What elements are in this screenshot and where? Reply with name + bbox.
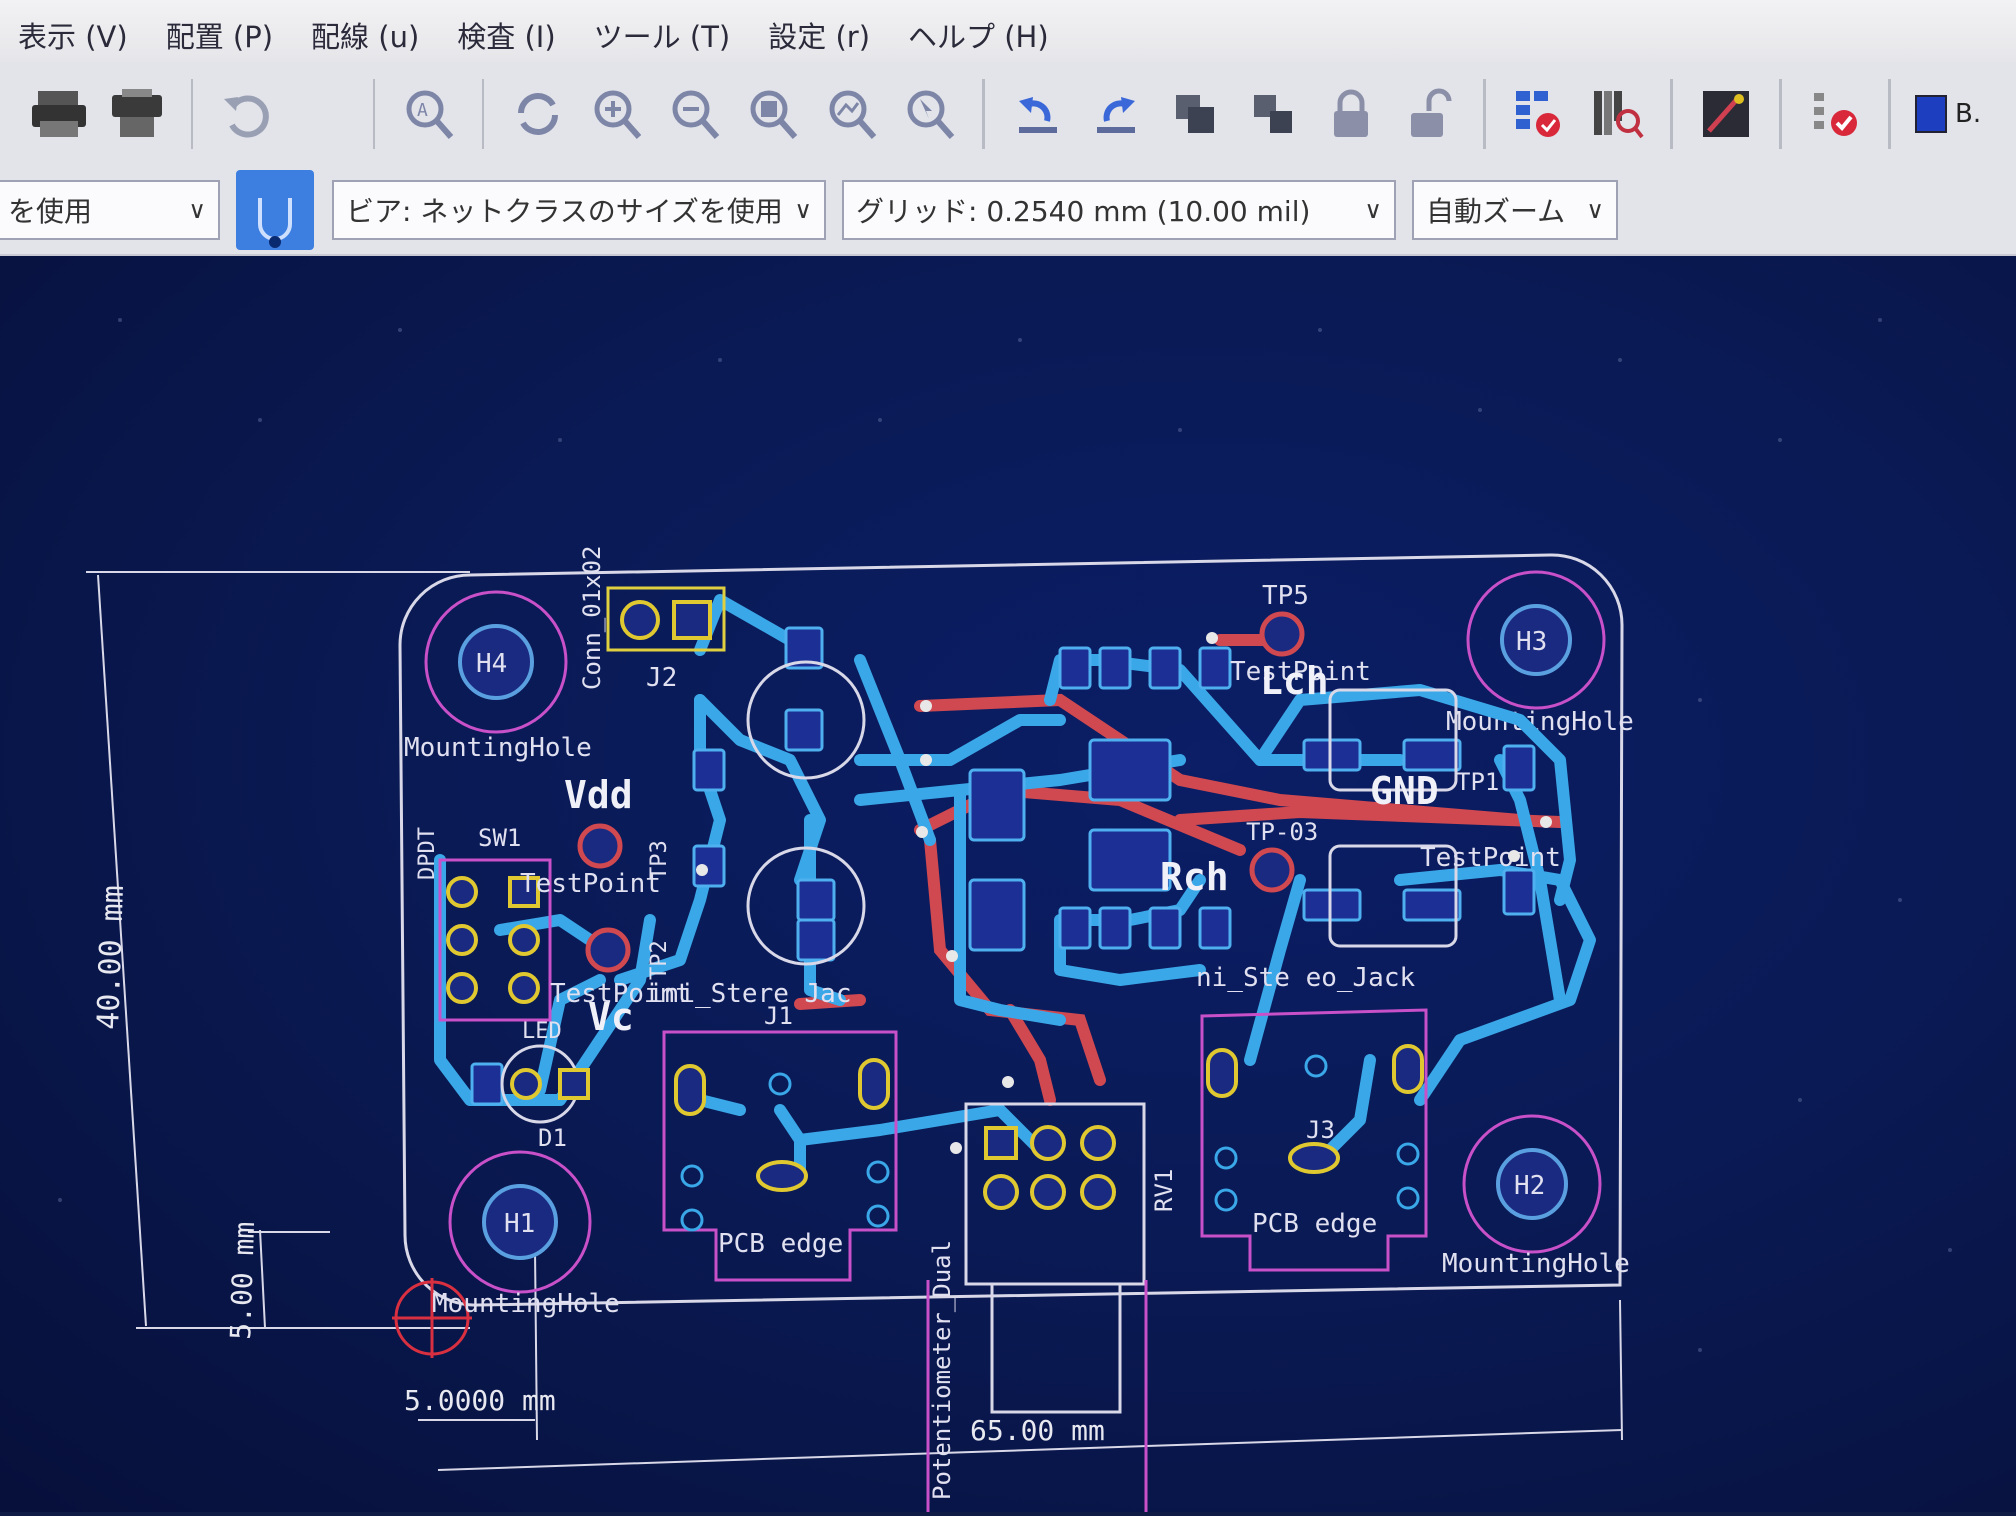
zoom-value: 自動ズーム — [1426, 195, 1566, 228]
d1-value: LED — [522, 1019, 562, 1044]
menu-tools[interactable]: ツール (T) — [576, 14, 751, 62]
menu-preferences[interactable]: 設定 (r) — [750, 14, 890, 62]
rv1-ref: RV1 — [1150, 1169, 1178, 1212]
refresh-icon[interactable] — [508, 78, 566, 150]
j3-value: ni_Ste eo_Jack — [1196, 963, 1415, 993]
scripting-icon[interactable] — [1697, 78, 1755, 150]
j1-edge-label: PCB edge — [718, 1229, 843, 1259]
toolbar-separator — [1670, 79, 1673, 149]
dim-width-label: 65.00 mm — [970, 1414, 1105, 1447]
drc-icon[interactable] — [1806, 78, 1864, 150]
lch-label: Lch — [1260, 659, 1329, 703]
layer-swatch-icon — [1915, 95, 1948, 133]
j3-ref: J3 — [1306, 1116, 1335, 1144]
svg-text:A: A — [417, 100, 428, 121]
testpoint-label-4: TestPoint — [1420, 843, 1561, 873]
toolbar-separator — [1888, 79, 1892, 149]
dimensions — [86, 571, 1623, 1471]
vdd-label: Vdd — [564, 773, 633, 817]
layer-label: B. — [1955, 99, 1982, 129]
rotate-cw-icon[interactable] — [1087, 78, 1145, 150]
menu-route[interactable]: 配線 (u) — [293, 14, 439, 62]
j1-value: ini_Stere Jac — [648, 979, 852, 1009]
d1-ref: D1 — [538, 1124, 567, 1152]
track-width-select[interactable]: を使用 ∨ — [0, 180, 220, 240]
toolbar-separator — [1482, 79, 1486, 149]
zoom-redraw-icon[interactable]: A — [399, 78, 457, 150]
tp1-ref: TP1 — [1456, 768, 1499, 796]
track-width-value: を使用 — [8, 195, 93, 228]
h2-ref: H2 — [1514, 1171, 1545, 1201]
pcb-drawing: 40.00 mm 5.00 mm 5.0000 mm 65.00 mm H4 M… — [58, 318, 1952, 1512]
zoom-fit-icon[interactable] — [743, 78, 801, 150]
plot-icon[interactable] — [108, 78, 166, 150]
via-icon — [258, 198, 292, 248]
chevron-down-icon: ∨ — [1364, 196, 1382, 224]
netlist-icon[interactable] — [1510, 78, 1568, 150]
tp5-ref: TP5 — [1262, 581, 1309, 611]
chevron-down-icon: ∨ — [1586, 196, 1604, 224]
pcb-canvas[interactable]: 40.00 mm 5.00 mm 5.0000 mm 65.00 mm H4 M… — [0, 256, 2016, 1512]
aux-toolbar: を使用 ∨ ビア: ネットクラスのサイズを使用 ∨ グリッド: 0.2540 mm … — [0, 166, 2016, 256]
sw1-ref: SW1 — [478, 824, 521, 852]
zoom-out-icon[interactable] — [665, 78, 723, 150]
zoom-in-icon[interactable] — [587, 78, 645, 150]
lock-icon[interactable] — [1322, 78, 1380, 150]
sw1-value: DPDT — [415, 827, 440, 880]
via-size-value: ビア: ネットクラスのサイズを使用 — [346, 195, 783, 228]
via-size-toggle[interactable] — [236, 170, 314, 250]
h3-ref: H3 — [1516, 627, 1547, 657]
zoom-select[interactable]: 自動ズーム ∨ — [1412, 180, 1618, 240]
h4-value: MountingHole — [404, 733, 592, 763]
toolbar-separator — [190, 79, 194, 149]
toolbar-separator — [1779, 79, 1782, 149]
h4-ref: H4 — [476, 649, 507, 679]
menu-bar: 表示 (V) 配置 (P) 配線 (u) 検査 (I) ツール (T) 設定 (… — [0, 0, 2016, 62]
toolbar-separator — [372, 79, 376, 149]
group-icon[interactable] — [1166, 78, 1224, 150]
unlock-icon[interactable] — [1401, 78, 1459, 150]
vcc-label: Vc — [588, 995, 634, 1039]
via-size-select[interactable]: ビア: ネットクラスのサイズを使用 ∨ — [332, 180, 826, 240]
menu-help[interactable]: ヘルプ (H) — [890, 14, 1069, 62]
h2-value: MountingHole — [1442, 1249, 1630, 1279]
j1-ref: J1 — [764, 1002, 793, 1030]
undo-icon[interactable] — [217, 78, 275, 150]
zoom-selection-icon[interactable] — [900, 78, 958, 150]
tp-label: TP-03 — [1246, 818, 1318, 846]
toolbar-separator — [481, 79, 485, 149]
ungroup-icon[interactable] — [1244, 78, 1302, 150]
j3-edge-label: PCB edge — [1252, 1209, 1377, 1239]
board-setup-icon[interactable] — [1588, 78, 1646, 150]
j2-ref: J2 — [646, 663, 677, 693]
menu-inspect[interactable]: 検査 (I) — [439, 14, 575, 62]
dim-height-label: 40.00 mm — [91, 885, 131, 1031]
h1-value: MountingHole — [432, 1289, 620, 1319]
chevron-down-icon: ∨ — [794, 196, 812, 224]
grid-value: グリッド: 0.2540 mm (10.00 mil) — [856, 195, 1311, 228]
layer-indicator[interactable]: B. — [1915, 78, 2006, 150]
dim-hole-h-label: 5.0000 mm — [404, 1384, 556, 1417]
rch-label: Rch — [1160, 855, 1229, 899]
chevron-down-icon: ∨ — [188, 196, 206, 224]
potentiometer-rv1[interactable] — [926, 1102, 1148, 1512]
rotate-ccw-icon[interactable] — [1009, 78, 1067, 150]
gnd-label: GND — [1370, 769, 1439, 813]
grid-select[interactable]: グリッド: 0.2540 mm (10.00 mil) ∨ — [842, 180, 1396, 240]
toolbar-separator — [982, 79, 985, 149]
h1-ref: H1 — [504, 1209, 535, 1239]
print-icon[interactable] — [30, 78, 88, 150]
testpoint-label-1: TestPoint — [520, 869, 661, 899]
dim-hole-v-label: 5.00 mm — [224, 1221, 261, 1340]
j2-value: Conn_01x02 — [578, 546, 606, 691]
main-toolbar: A B. — [0, 62, 2016, 166]
menu-view[interactable]: 表示 (V) — [0, 14, 148, 62]
rv1-value: Potentiometer_Dual — [928, 1240, 956, 1500]
zoom-objects-icon[interactable] — [822, 78, 880, 150]
tp2-ref: TP2 — [647, 940, 672, 980]
menu-place[interactable]: 配置 (P) — [148, 14, 293, 62]
